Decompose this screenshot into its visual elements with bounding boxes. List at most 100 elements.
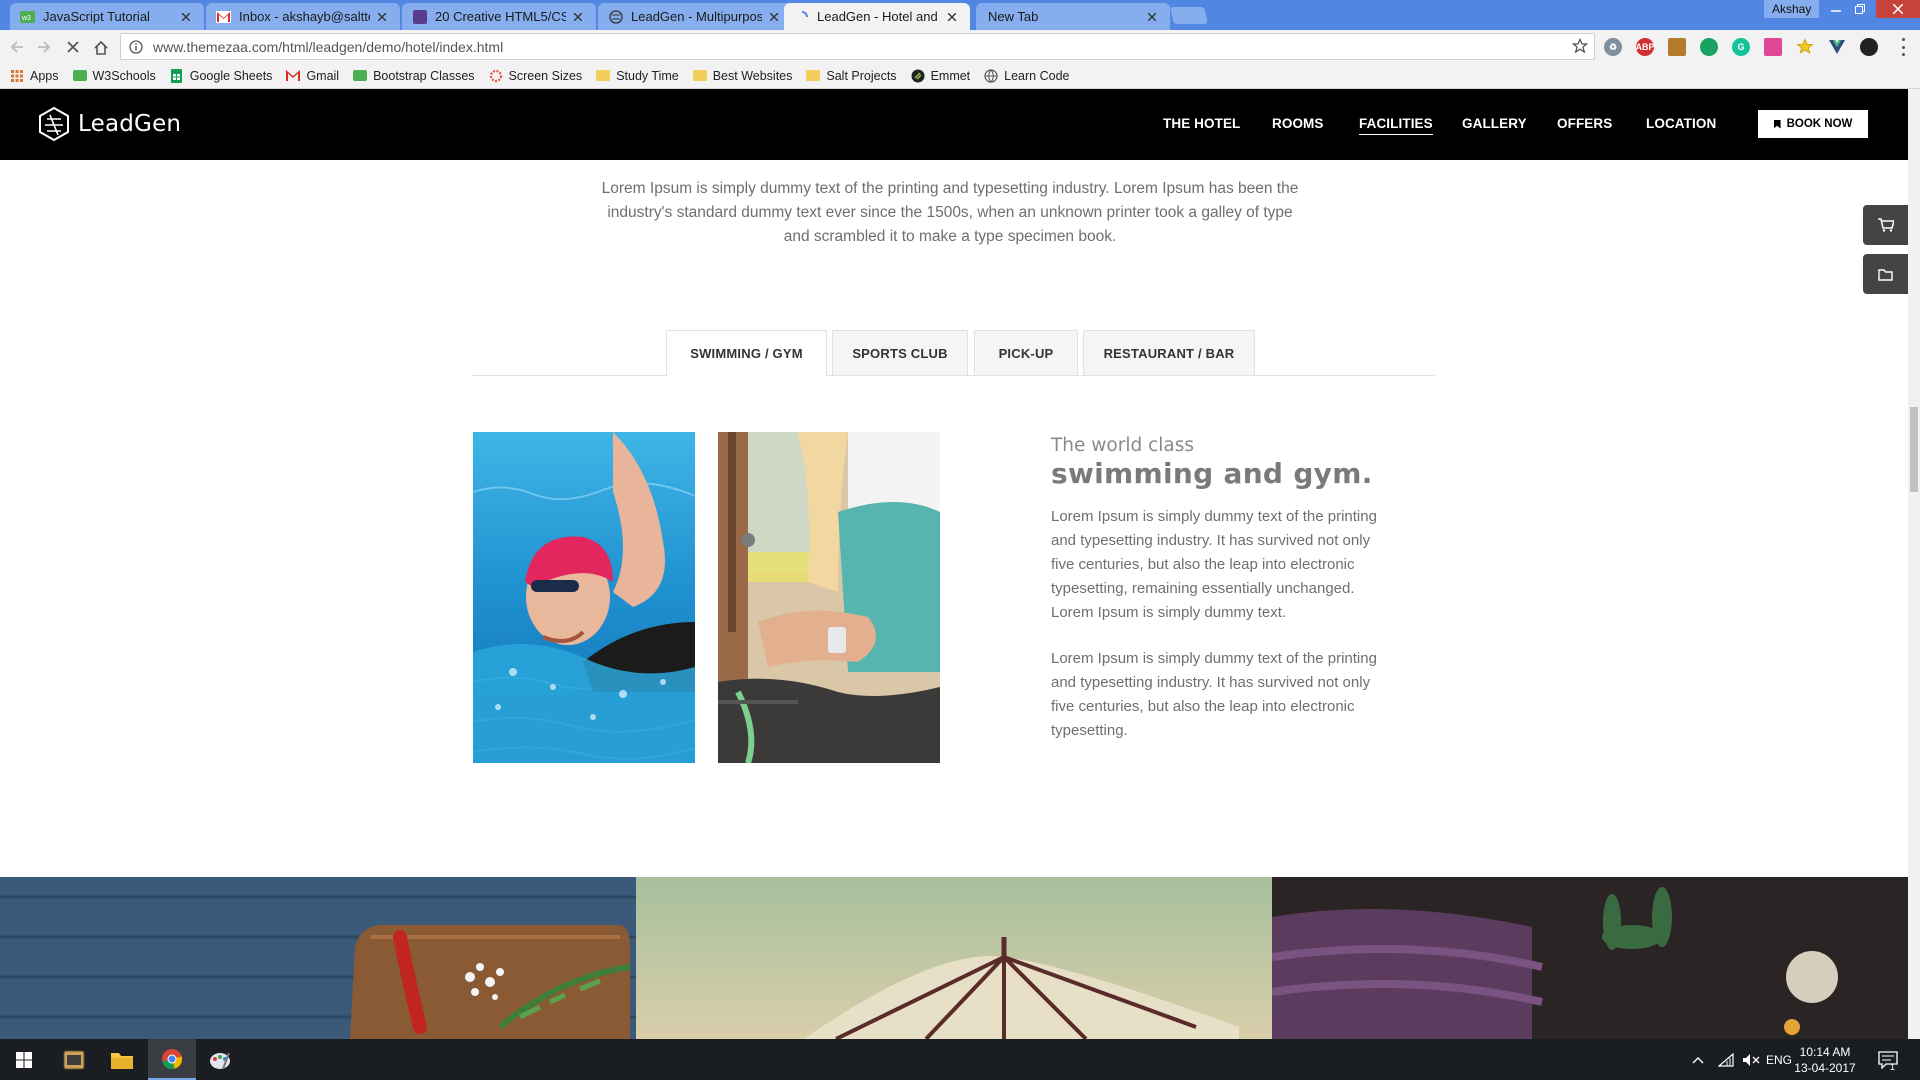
- vue-icon[interactable]: [1828, 38, 1846, 56]
- sublime-text-icon[interactable]: [50, 1039, 98, 1080]
- paragraph-line: Lorem Ipsum is simply dummy text of the …: [1051, 650, 1377, 667]
- folder-icon: [806, 69, 821, 83]
- gallery-image-umbrella[interactable]: [636, 877, 1272, 1039]
- bookmark-gmail[interactable]: Gmail: [286, 69, 339, 83]
- intro-line: and scrambled it to make a type specimen…: [783, 228, 1117, 245]
- content-title: swimming and gym.: [1051, 457, 1373, 490]
- nav-gallery[interactable]: GALLERY: [1462, 116, 1527, 131]
- paragraph-line: and typesetting industry. It has survive…: [1051, 674, 1371, 691]
- sheets-icon: [170, 68, 184, 83]
- clock-time: 10:14 AM: [1799, 1045, 1851, 1059]
- content-paragraph: Lorem Ipsum is simply dummy text of the …: [1051, 647, 1396, 743]
- close-icon[interactable]: [178, 9, 194, 25]
- scrollbar-thumb[interactable]: [1910, 407, 1918, 492]
- system-clock[interactable]: 10:14 AM 13-04-2017: [1790, 1044, 1860, 1076]
- star-ext-icon[interactable]: [1796, 38, 1814, 56]
- paragraph-line: five centuries, but also the leap into e…: [1051, 698, 1355, 715]
- nav-rooms[interactable]: ROOMS: [1272, 116, 1324, 131]
- speaker-muted-icon[interactable]: [1742, 1039, 1760, 1080]
- tab-pick-up[interactable]: PICK-UP: [974, 330, 1078, 376]
- camera-icon[interactable]: [1860, 38, 1878, 56]
- grammarly-icon[interactable]: G: [1732, 38, 1750, 56]
- colorzilla-icon[interactable]: [1764, 38, 1782, 56]
- close-icon[interactable]: [570, 9, 586, 25]
- tray-chevron-icon[interactable]: [1692, 1039, 1704, 1080]
- book-now-button[interactable]: BOOK NOW: [1758, 110, 1868, 138]
- tab-swimming-gym[interactable]: SWIMMING / GYM: [666, 330, 827, 377]
- back-arrow-icon[interactable]: [6, 36, 28, 58]
- folder-icon: [596, 69, 611, 83]
- address-bar[interactable]: www.themezaa.com/html/leadgen/demo/hotel…: [120, 33, 1595, 60]
- bookmark-label: Study Time: [616, 68, 679, 83]
- paragraph-line: typesetting, remaining essentially uncha…: [1051, 580, 1355, 597]
- menu-dots-icon[interactable]: [1898, 38, 1908, 56]
- loading-icon: [794, 9, 809, 24]
- tab-title: Inbox - akshayb@saltte: [239, 9, 370, 24]
- window-close-icon[interactable]: [1876, 0, 1920, 18]
- bookmark-apps[interactable]: Apps: [10, 69, 59, 83]
- close-icon[interactable]: [374, 9, 390, 25]
- folder-button[interactable]: [1863, 254, 1908, 294]
- hammer-icon[interactable]: [1668, 38, 1686, 56]
- paragraph-line: Lorem Ipsum is simply dummy text.: [1051, 604, 1287, 621]
- bookmark-label: Gmail: [306, 68, 340, 83]
- new-tab-button[interactable]: [1170, 7, 1208, 24]
- adblock-icon[interactable]: ABP: [1636, 38, 1655, 56]
- browser-tab-active[interactable]: LeadGen - Hotel and Res: [784, 3, 970, 30]
- bookmark-w3schools[interactable]: W3Schools: [72, 68, 156, 83]
- close-icon[interactable]: [944, 9, 960, 25]
- windows-start-icon[interactable]: [0, 1039, 48, 1080]
- site-logo[interactable]: LeadGen: [38, 107, 181, 141]
- bookmark-label: Learn Code: [1004, 68, 1070, 83]
- notification-center-icon[interactable]: 1: [1878, 1039, 1898, 1080]
- bookmark-salt-projects[interactable]: Salt Projects: [806, 69, 897, 83]
- bookmark-learn-code[interactable]: Learn Code: [984, 69, 1069, 83]
- paragraph-line: typesetting.: [1051, 722, 1128, 739]
- tab-restaurant-bar[interactable]: RESTAURANT / BAR: [1083, 330, 1255, 376]
- page-scrollbar[interactable]: [1908, 89, 1920, 1039]
- green-dot-icon[interactable]: [1700, 38, 1718, 56]
- page-viewport: LeadGen THE HOTEL ROOMS FACILITIES GALLE…: [0, 89, 1908, 1039]
- home-icon[interactable]: [90, 36, 112, 58]
- info-icon[interactable]: [125, 36, 147, 58]
- file-explorer-icon[interactable]: [98, 1039, 146, 1080]
- language-indicator[interactable]: ENG: [1766, 1039, 1792, 1080]
- bookmark-label: Screen Sizes: [508, 68, 583, 83]
- recycle-icon[interactable]: ♻: [1604, 38, 1622, 56]
- close-icon[interactable]: [1144, 9, 1160, 25]
- browser-tab[interactable]: w3 JavaScript Tutorial: [10, 3, 204, 30]
- site-header: LeadGen THE HOTEL ROOMS FACILITIES GALLE…: [0, 89, 1908, 160]
- gallery-image-spices[interactable]: [0, 877, 636, 1039]
- bookmark-google-sheets[interactable]: Google Sheets: [170, 68, 272, 83]
- tab-title: LeadGen - Multipurpose: [631, 9, 762, 24]
- bookmark-label: W3Schools: [92, 68, 156, 83]
- paint-icon[interactable]: [196, 1039, 244, 1080]
- bookmark-study-time[interactable]: Study Time: [596, 69, 679, 83]
- network-icon[interactable]: [1718, 1039, 1734, 1080]
- content-paragraph: Lorem Ipsum is simply dummy text of the …: [1051, 505, 1396, 625]
- forward-arrow-icon[interactable]: [33, 36, 55, 58]
- cart-button[interactable]: [1863, 205, 1908, 245]
- nav-offers[interactable]: OFFERS: [1557, 116, 1612, 131]
- stop-loading-icon[interactable]: [62, 36, 84, 58]
- bookmark-screen-sizes[interactable]: Screen Sizes: [489, 68, 583, 83]
- close-icon[interactable]: [766, 9, 782, 25]
- nav-facilities[interactable]: FACILITIES: [1359, 116, 1433, 135]
- bookmark-emmet[interactable]: Emmet: [911, 69, 970, 83]
- site-icon: [412, 9, 427, 24]
- browser-tab[interactable]: New Tab: [976, 3, 1170, 30]
- nav-location[interactable]: LOCATION: [1646, 116, 1716, 131]
- chrome-icon[interactable]: [148, 1039, 196, 1080]
- bookmark-best-websites[interactable]: Best Websites: [692, 69, 792, 83]
- tab-sports-club[interactable]: SPORTS CLUB: [832, 330, 968, 376]
- browser-tab[interactable]: LeadGen - Multipurpose: [598, 3, 792, 30]
- bookmark-star-icon[interactable]: [1572, 38, 1588, 54]
- bookmark-bootstrap-classes[interactable]: Bootstrap Classes: [353, 69, 475, 83]
- gallery-image-spa[interactable]: [1272, 877, 1908, 1039]
- browser-tab[interactable]: 20 Creative HTML5/CSS3: [402, 3, 596, 30]
- profile-button[interactable]: Akshay: [1764, 0, 1820, 18]
- nav-the-hotel[interactable]: THE HOTEL: [1163, 116, 1240, 131]
- restore-icon[interactable]: [1846, 0, 1874, 18]
- browser-tab[interactable]: Inbox - akshayb@saltte: [206, 3, 400, 30]
- url-text: www.themezaa.com/html/leadgen/demo/hotel…: [153, 38, 504, 55]
